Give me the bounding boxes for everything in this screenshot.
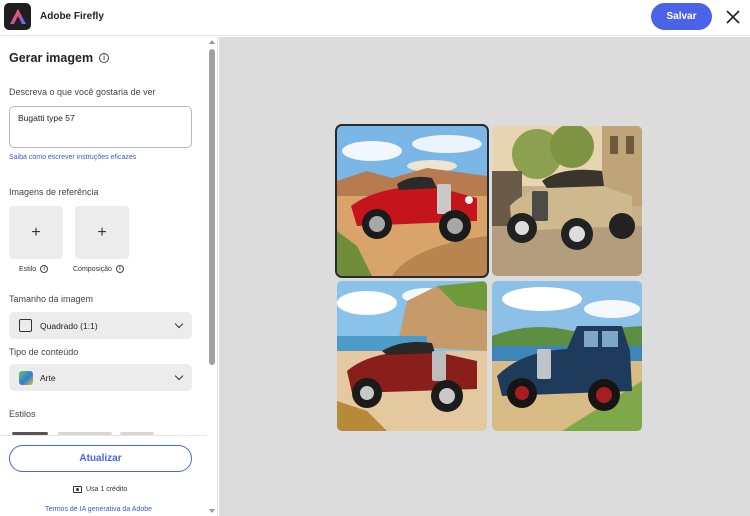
generate-panel: Gerar imagem i Descreva o que você gosta…	[0, 37, 218, 516]
generated-image-1[interactable]	[335, 124, 489, 278]
image-size-label: Tamanho da imagem	[9, 294, 94, 304]
composition-reference-upload[interactable]: +	[75, 206, 129, 259]
content-type-label: Tipo de conteúdo	[9, 347, 79, 357]
sidebar-scrollbar[interactable]	[207, 37, 217, 516]
generated-image-2[interactable]	[492, 126, 642, 276]
art-icon	[19, 370, 33, 385]
save-button[interactable]: Salvar	[651, 3, 712, 30]
style-reference-caption: Estilo i	[19, 265, 49, 273]
scrollbar-thumb[interactable]	[209, 49, 215, 365]
style-reference-upload[interactable]: +	[9, 206, 63, 259]
credit-text: Usa 1 crédito	[86, 486, 128, 493]
style-reference-label: Estilo	[19, 265, 37, 273]
terms-link[interactable]: Termos de IA generativa da Adobe	[45, 506, 152, 513]
credit-icon	[73, 486, 82, 493]
image-size-select[interactable]: Quadrado (1:1)	[9, 312, 192, 339]
info-icon[interactable]: i	[40, 265, 49, 273]
styles-label: Estilos	[9, 409, 36, 419]
reference-images-label: Imagens de referência	[9, 187, 99, 197]
footer-divider	[0, 435, 207, 436]
content-type-select[interactable]: Arte	[9, 364, 192, 391]
close-icon[interactable]	[722, 6, 744, 28]
scroll-down-arrow-icon[interactable]	[209, 509, 215, 513]
prompt-help-link[interactable]: Saiba como escrever instruções eficazes	[9, 154, 136, 161]
plus-icon: +	[31, 223, 41, 241]
credit-info: Usa 1 crédito	[73, 486, 127, 493]
update-button[interactable]: Atualizar	[9, 445, 192, 472]
prompt-input[interactable]: Bugatti type 57	[9, 106, 192, 148]
info-icon[interactable]: i	[99, 53, 110, 63]
panel-title: Gerar imagem	[9, 51, 94, 65]
generated-image-4[interactable]	[492, 281, 642, 431]
app-title: Adobe Firefly	[40, 11, 104, 22]
scroll-up-arrow-icon[interactable]	[209, 40, 215, 44]
plus-icon: +	[97, 223, 107, 241]
content-type-value: Arte	[40, 372, 56, 383]
generated-image-3[interactable]	[337, 281, 487, 431]
image-size-value: Quadrado (1:1)	[40, 320, 98, 331]
adobe-firefly-logo-icon[interactable]	[4, 3, 31, 30]
chevron-down-icon	[174, 319, 184, 329]
top-bar: Adobe Firefly Salvar	[0, 0, 750, 36]
composition-reference-caption: Composição i	[73, 265, 124, 273]
square-aspect-icon	[19, 319, 32, 332]
info-icon[interactable]: i	[115, 265, 124, 273]
composition-reference-label: Composição	[73, 265, 112, 273]
prompt-label: Descreva o que você gostaria de ver	[9, 87, 156, 97]
results-canvas	[219, 37, 750, 516]
chevron-down-icon	[174, 371, 184, 381]
panel-heading: Gerar imagem i	[9, 51, 110, 65]
